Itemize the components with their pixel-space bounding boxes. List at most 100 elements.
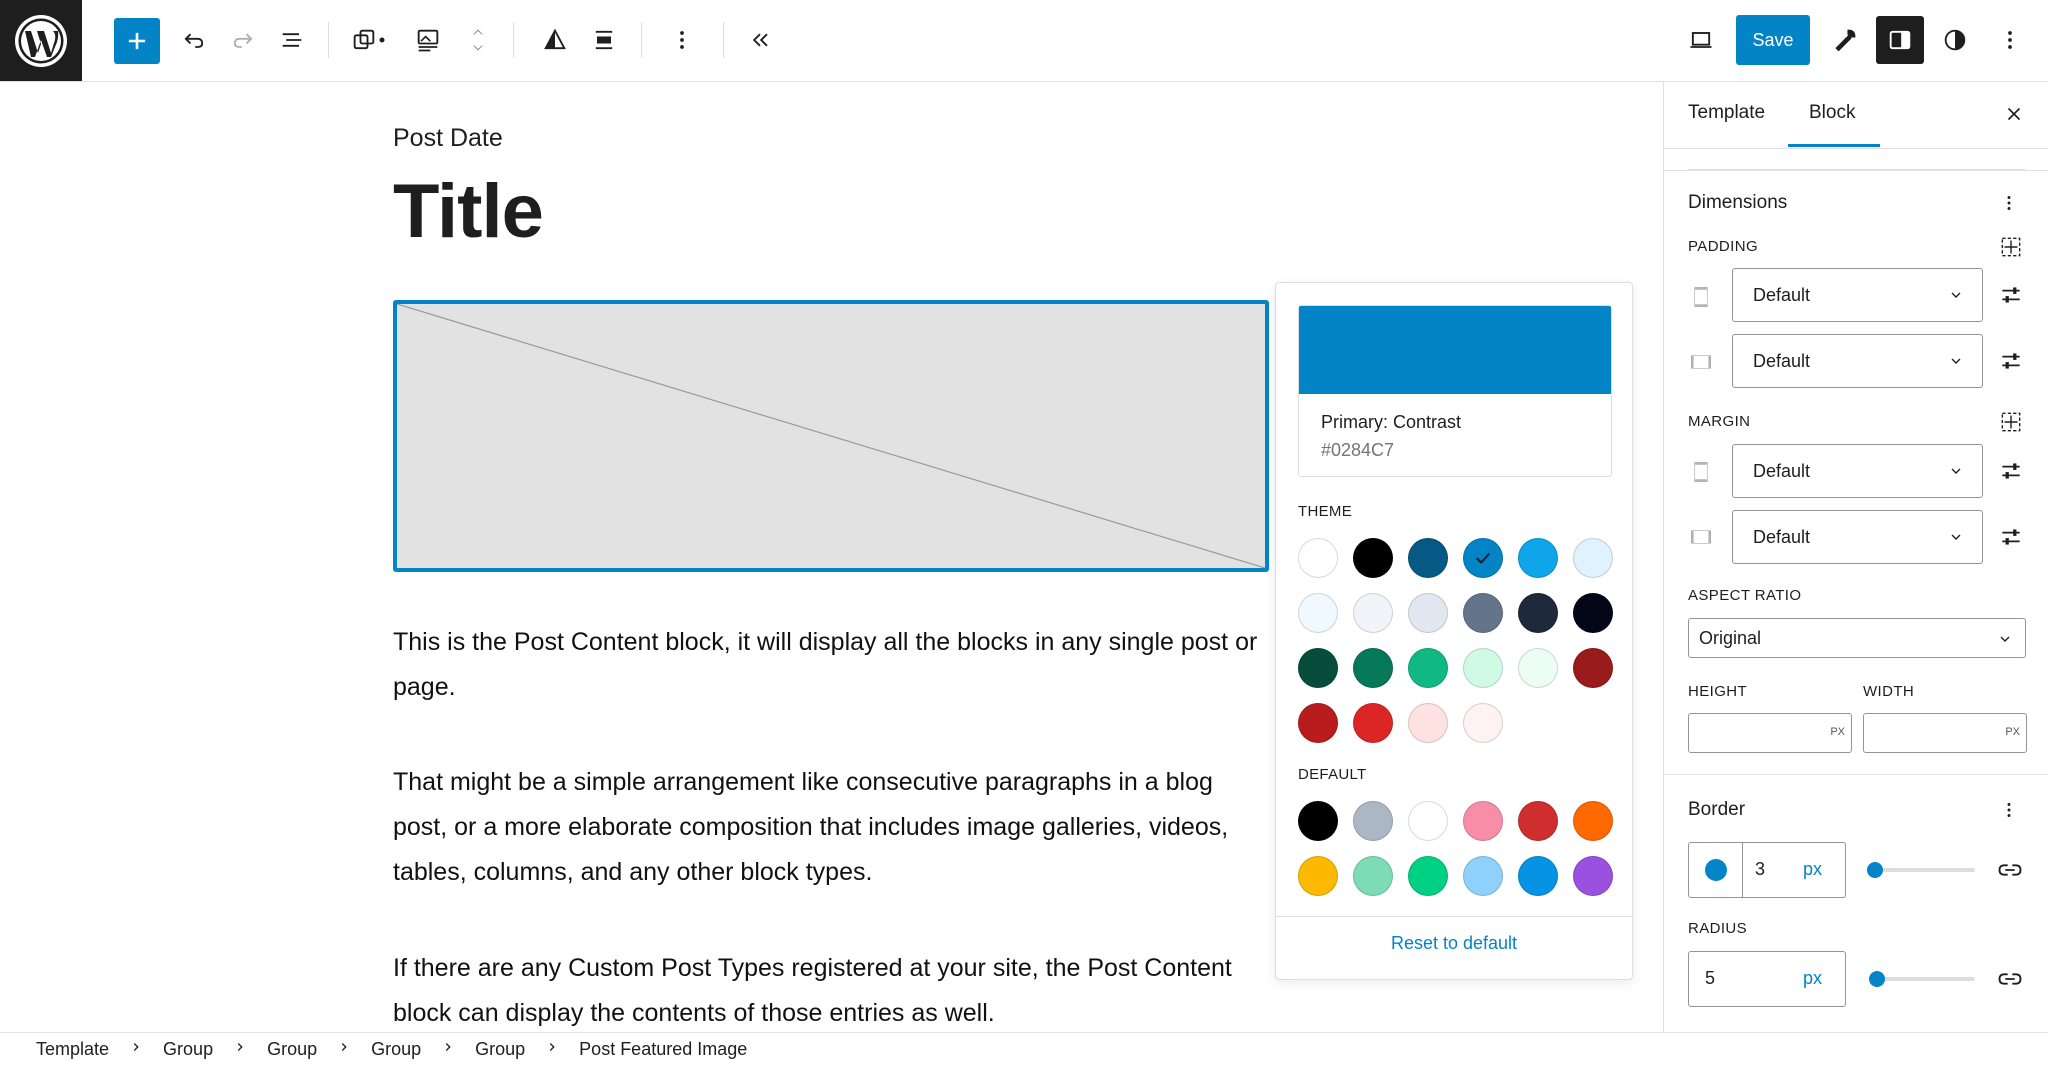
unlink-sides-icon[interactable] <box>1998 409 2024 435</box>
color-swatch[interactable] <box>1408 801 1448 841</box>
color-swatch[interactable] <box>1353 648 1393 688</box>
color-swatch[interactable] <box>1463 538 1503 578</box>
featured-image-button[interactable] <box>404 16 452 64</box>
slider-thumb[interactable] <box>1869 971 1885 987</box>
unlink-sides-icon[interactable] <box>1998 234 2024 260</box>
color-swatch[interactable] <box>1353 856 1393 896</box>
post-content-paragraph[interactable]: This is the Post Content block, it will … <box>393 620 1273 710</box>
border-radius-value[interactable]: 5 <box>1705 968 1715 989</box>
duotone-button[interactable] <box>531 16 579 64</box>
color-swatch[interactable] <box>1408 593 1448 633</box>
aspect-ratio-value: Original <box>1699 627 1762 648</box>
tools-button[interactable] <box>1821 16 1869 64</box>
color-swatch[interactable] <box>1298 538 1338 578</box>
default-color-palette <box>1298 801 1613 896</box>
color-swatch[interactable] <box>1408 648 1448 688</box>
preview-device-button[interactable] <box>1677 16 1725 64</box>
editor-toolbar: Save <box>0 0 2048 82</box>
padding-vertical-select[interactable]: Default <box>1732 268 1983 322</box>
add-block-button[interactable] <box>114 18 160 64</box>
breadcrumb-item[interactable]: Group <box>267 1039 317 1060</box>
dimensions-options-button[interactable] <box>1994 188 2024 218</box>
aspect-ratio-select[interactable]: Original <box>1688 618 2026 658</box>
custom-value-sliders-icon[interactable] <box>1998 282 2024 308</box>
color-swatch[interactable] <box>1408 538 1448 578</box>
align-button[interactable] <box>580 16 628 64</box>
breadcrumb-item[interactable]: Template <box>36 1039 109 1060</box>
color-swatch[interactable] <box>1573 593 1613 633</box>
post-title-block[interactable]: Title <box>393 168 544 255</box>
divider <box>1664 774 2048 775</box>
margin-horizontal-select[interactable]: Default <box>1732 510 1983 564</box>
color-swatch[interactable] <box>1408 703 1448 743</box>
block-options-button[interactable] <box>658 16 706 64</box>
color-swatch[interactable] <box>1353 801 1393 841</box>
color-swatch[interactable] <box>1573 538 1613 578</box>
color-swatch[interactable] <box>1518 593 1558 633</box>
border-width-value[interactable]: 3 <box>1755 859 1765 880</box>
breadcrumb-item[interactable]: Post Featured Image <box>579 1039 747 1060</box>
custom-value-sliders-icon[interactable] <box>1998 524 2024 550</box>
redo-button[interactable] <box>219 16 267 64</box>
color-swatch[interactable] <box>1573 856 1613 896</box>
color-swatch[interactable] <box>1573 801 1613 841</box>
styles-button[interactable] <box>1931 16 1979 64</box>
border-color-button[interactable] <box>1689 843 1743 897</box>
drag-handle-dot[interactable] <box>372 16 392 64</box>
color-swatch[interactable] <box>1463 593 1503 633</box>
save-button[interactable]: Save <box>1736 15 1810 65</box>
color-swatch[interactable] <box>1298 703 1338 743</box>
move-up-down-button[interactable] <box>454 16 502 64</box>
post-content-paragraph[interactable]: That might be a simple arrangement like … <box>393 760 1273 895</box>
breadcrumb-item[interactable]: Group <box>163 1039 213 1060</box>
width-input[interactable]: PX <box>1863 713 2027 753</box>
link-corners-icon[interactable] <box>1996 965 2024 993</box>
height-input[interactable]: PX <box>1688 713 1852 753</box>
color-swatch[interactable] <box>1573 648 1613 688</box>
border-radius-unit[interactable]: px <box>1803 968 1822 989</box>
slider-thumb[interactable] <box>1867 862 1883 878</box>
color-swatch[interactable] <box>1463 801 1503 841</box>
color-swatch[interactable] <box>1518 856 1558 896</box>
color-swatch[interactable] <box>1518 801 1558 841</box>
document-overview-button[interactable] <box>268 16 316 64</box>
color-swatch[interactable] <box>1298 648 1338 688</box>
post-content-paragraph[interactable]: If there are any Custom Post Types regis… <box>393 946 1273 1032</box>
breadcrumb-item[interactable]: Group <box>475 1039 525 1060</box>
border-width-unit[interactable]: px <box>1803 859 1822 880</box>
color-swatch[interactable] <box>1298 801 1338 841</box>
custom-value-sliders-icon[interactable] <box>1998 458 2024 484</box>
post-date-block[interactable]: Post Date <box>393 124 503 153</box>
color-swatch[interactable] <box>1353 538 1393 578</box>
options-menu-button[interactable] <box>1986 16 2034 64</box>
color-swatch[interactable] <box>1463 856 1503 896</box>
undo-button[interactable] <box>170 16 218 64</box>
color-swatch[interactable] <box>1353 703 1393 743</box>
color-swatch[interactable] <box>1518 648 1558 688</box>
border-options-button[interactable] <box>1994 795 2024 825</box>
custom-value-sliders-icon[interactable] <box>1998 348 2024 374</box>
tab-block[interactable]: Block <box>1809 102 1855 124</box>
selected-color-preview[interactable]: Primary: Contrast #0284C7 <box>1298 305 1612 477</box>
color-swatch[interactable] <box>1298 856 1338 896</box>
link-sides-icon[interactable] <box>1996 856 2024 884</box>
margin-vertical-value: Default <box>1753 460 1811 481</box>
color-swatch[interactable] <box>1518 538 1558 578</box>
color-swatch[interactable] <box>1353 593 1393 633</box>
post-featured-image-block[interactable] <box>393 300 1269 572</box>
wordpress-logo[interactable] <box>0 0 82 81</box>
collapse-toolbar-button[interactable] <box>736 16 784 64</box>
border-width-slider[interactable] <box>1867 862 1975 878</box>
border-radius-slider[interactable] <box>1869 971 1975 987</box>
margin-vertical-select[interactable]: Default <box>1732 444 1983 498</box>
color-swatch[interactable] <box>1463 703 1503 743</box>
color-swatch[interactable] <box>1408 856 1448 896</box>
reset-to-default-button[interactable]: Reset to default <box>1276 933 1632 954</box>
padding-horizontal-select[interactable]: Default <box>1732 334 1983 388</box>
tab-template[interactable]: Template <box>1688 102 1765 124</box>
color-swatch[interactable] <box>1463 648 1503 688</box>
color-swatch[interactable] <box>1298 593 1338 633</box>
settings-sidebar-button[interactable] <box>1876 16 1924 64</box>
breadcrumb-item[interactable]: Group <box>371 1039 421 1060</box>
close-sidebar-button[interactable] <box>1994 94 2034 134</box>
